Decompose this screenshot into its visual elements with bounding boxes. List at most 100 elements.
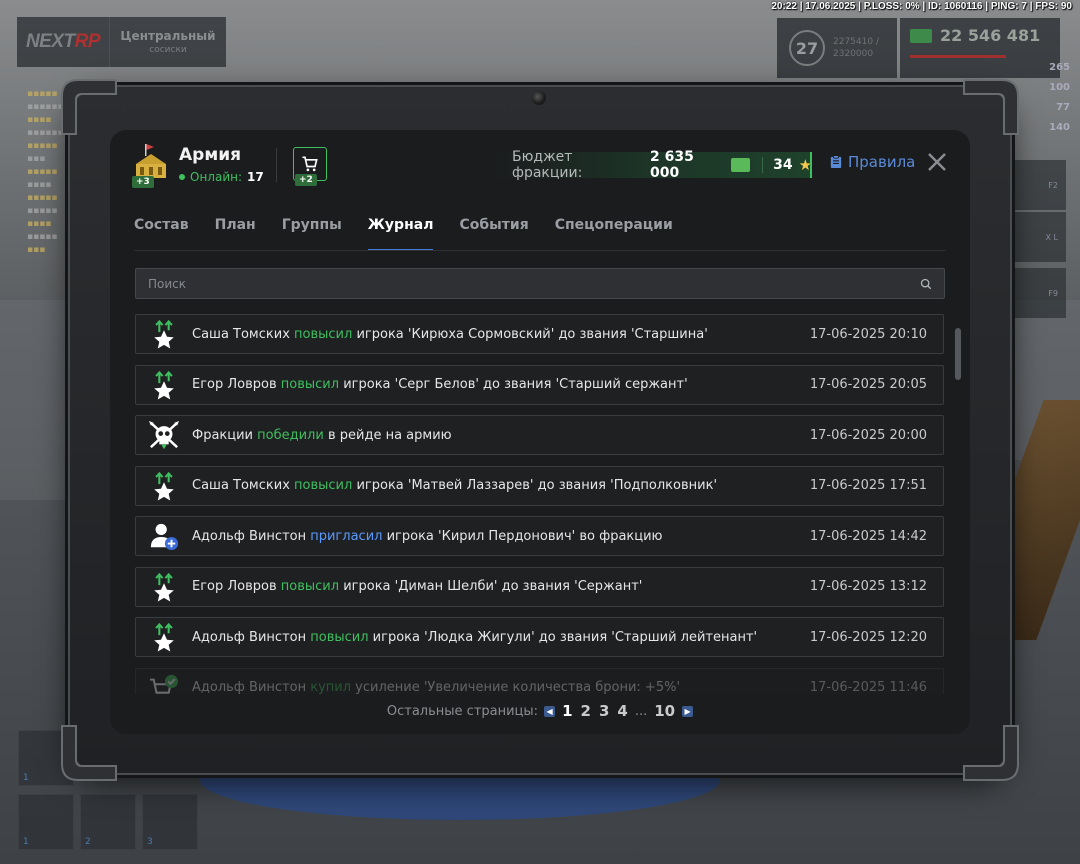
pager-ellipsis: ... — [634, 703, 648, 719]
journal-actor: Адольф Винстон — [192, 680, 307, 694]
budget-money: 2 635 000 — [649, 149, 694, 181]
xp-text: 2275410 / 2320000 — [833, 36, 879, 60]
search-input[interactable]: Поиск — [135, 268, 945, 299]
slot-1[interactable]: 1 — [18, 794, 74, 850]
level-panel: 27 2275410 / 2320000 — [777, 18, 897, 78]
journal-row: Адольф Винстон купил усиление 'Увеличени… — [135, 667, 944, 695]
journal-action: повысил — [294, 478, 353, 493]
journal-date: 17-06-2025 14:42 — [809, 528, 927, 544]
journal-date: 17-06-2025 17:51 — [809, 478, 927, 493]
journal-detail: игрока 'Диман Шелби' до звания 'Сержант' — [339, 579, 643, 594]
slot-number: 3 — [147, 837, 153, 847]
slot-2[interactable]: 2 — [80, 794, 136, 850]
user-add-icon — [136, 517, 192, 555]
tab-sostav[interactable]: Состав — [134, 217, 189, 251]
journal-action: победили — [257, 427, 324, 443]
journal-date: 17-06-2025 11:46 — [809, 680, 927, 694]
faction-shop-button[interactable]: +2 — [293, 147, 327, 186]
online-label: Онлайн: — [190, 170, 243, 184]
server-logo-block: NEXT RP Центральный сосиски — [17, 17, 226, 67]
cash-icon — [730, 158, 751, 172]
journal-detail: игрока 'Матвей Лаззарев' до звания 'Подп… — [352, 478, 718, 493]
keybind-f9: F9 — [1010, 268, 1066, 318]
journal-detail: в рейде на армию — [323, 427, 452, 443]
cart-check-icon — [136, 669, 192, 695]
journal-date: 17-06-2025 20:05 — [809, 377, 927, 392]
page-2[interactable]: 2 — [581, 702, 591, 720]
faction-name: Армия — [179, 145, 242, 165]
rules-link[interactable]: Правила — [830, 153, 915, 171]
budget-label: Бюджет фракции: — [512, 149, 583, 181]
tablet-corner-bumper — [960, 76, 1022, 138]
journal-actor: Саша Томских — [192, 478, 290, 493]
journal-actor: Фракции — [192, 427, 254, 443]
journal-actor: Егор Ловров — [192, 579, 277, 594]
wall-tile — [0, 300, 70, 500]
budget-separator — [762, 157, 764, 173]
journal-action: пригласил — [310, 528, 383, 544]
faction-badge: +3 — [132, 176, 154, 188]
tab-journal[interactable]: Журнал — [367, 217, 433, 251]
close-button[interactable] — [925, 150, 949, 174]
clipboard-icon — [830, 155, 842, 168]
journal-row: Адольф Винстон пригласил игрока 'Кирил П… — [135, 516, 944, 556]
tablet-corner-bumper — [960, 722, 1022, 784]
level-badge: 27 — [789, 30, 825, 66]
journal-row-text: Фракции победили в рейде на армию — [192, 428, 810, 443]
page-3[interactable]: 3 — [599, 702, 609, 720]
xp-total: 2320000 — [833, 49, 874, 59]
cash-icon — [910, 28, 932, 43]
journal-row-text: Саша Томских повысил игрока 'Матвей Лазз… — [192, 478, 810, 493]
page-1[interactable]: 1 — [562, 702, 572, 720]
faction-budget: Бюджет фракции: 2 635 000 34 ★ — [492, 149, 812, 181]
rank-up-icon — [136, 315, 192, 353]
pager-prev-button[interactable]: ◀ — [544, 705, 556, 717]
rank-up-icon — [136, 618, 192, 656]
online-count: 17 — [247, 170, 264, 184]
search-placeholder: Поиск — [148, 276, 187, 291]
page-4[interactable]: 4 — [617, 702, 627, 720]
journal-date: 17-06-2025 12:20 — [809, 629, 927, 645]
shop-badge: +2 — [295, 174, 317, 186]
tabs-underline — [134, 250, 946, 251]
money-display: 22 546 481 — [910, 26, 1050, 45]
tab-plan[interactable]: План — [215, 217, 256, 251]
journal-row: Егор Ловров повысил игрока 'Диман Шелби'… — [135, 566, 944, 607]
server-name: Центральный — [120, 29, 216, 43]
journal-list: Саша Томских повысил игрока 'Кирюха Сорм… — [135, 314, 945, 694]
slot-3[interactable]: 3 — [142, 794, 198, 850]
journal-row-text: Егор Ловров повысил игрока 'Диман Шелби'… — [192, 579, 810, 594]
tablet-camera — [532, 91, 546, 105]
tab-bar: Состав План Группы Журнал События Спецоп… — [134, 217, 699, 251]
tab-groups[interactable]: Группы — [282, 217, 342, 251]
slot-number: 1 — [23, 773, 29, 783]
tab-specops[interactable]: Спецоперации — [555, 217, 673, 251]
keybind-xl: X L — [1010, 212, 1066, 262]
journal-detail: игрока 'Кирюха Сормовский' до звания 'Ст… — [352, 326, 708, 342]
journal-date: 17-06-2025 20:10 — [809, 326, 927, 342]
tab-events[interactable]: События — [459, 217, 528, 251]
faction-online: Онлайн: 17 — [179, 170, 264, 184]
faction-header: +3 Армия Онлайн: 17 +2 Бюджет фракции: 2… — [110, 130, 970, 198]
journal-scrollbar[interactable] — [955, 328, 961, 380]
journal-action: повысил — [294, 326, 353, 342]
slot-number: 2 — [85, 837, 91, 847]
rank-up-icon — [136, 467, 192, 505]
keybind-f2: F2 — [1010, 160, 1066, 210]
rules-label: Правила — [848, 153, 916, 171]
money-value: 22 546 481 — [940, 26, 1041, 45]
tablet-corner-bumper — [58, 722, 120, 784]
server-sub: сосиски — [149, 45, 187, 55]
pager-next-button[interactable]: ▶ — [682, 705, 694, 717]
pager-label: Остальные страницы: — [386, 703, 539, 719]
header-divider — [276, 148, 277, 182]
tablet-corner-bumper — [58, 76, 120, 138]
search-icon — [920, 278, 932, 289]
rank-up-icon — [136, 568, 192, 606]
journal-action: повысил — [280, 377, 340, 392]
journal-row-text: Адольф Винстон повысил игрока 'Людка Жиг… — [192, 630, 810, 645]
journal-row: Адольф Винстон повысил игрока 'Людка Жиг… — [135, 617, 944, 657]
pagination: Остальные страницы: ◀ 1 2 3 4 ... 10 ▶ — [110, 702, 970, 720]
page-last[interactable]: 10 — [654, 702, 675, 720]
journal-actor: Саша Томских — [192, 326, 290, 342]
